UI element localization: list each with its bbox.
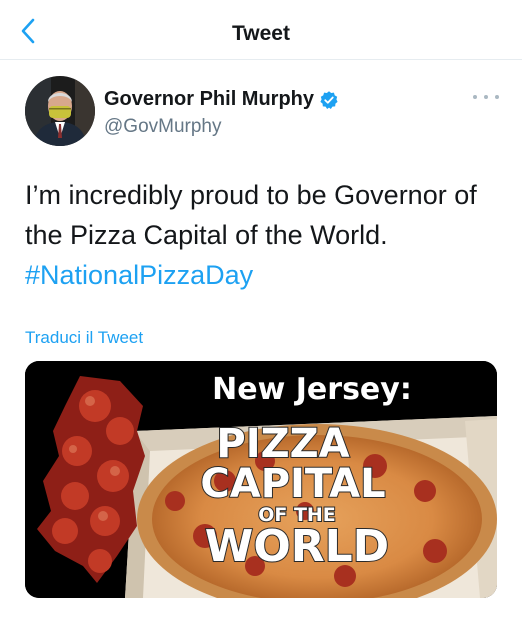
- author-handle[interactable]: @GovMurphy: [104, 116, 222, 138]
- hashtag-link[interactable]: #NationalPizzaDay: [25, 255, 505, 295]
- more-options-button[interactable]: [473, 90, 499, 104]
- more-horizontal-icon: [473, 95, 477, 99]
- tweet-text-line: the Pizza Capital of the World.: [25, 220, 388, 250]
- author-name[interactable]: Governor Phil Murphy: [104, 88, 314, 111]
- page-title: Tweet: [232, 22, 290, 45]
- author-row: Governor Phil Murphy: [104, 88, 339, 111]
- verified-badge-icon: [320, 90, 338, 109]
- translate-tweet-link[interactable]: Traduci il Tweet: [25, 328, 143, 348]
- nav-bar: Tweet: [0, 0, 522, 60]
- tweet-media-image[interactable]: New Jersey: PIZZA CAPITAL OF THE WORLD: [25, 361, 497, 598]
- media-heading: New Jersey:: [212, 372, 412, 407]
- media-line-2: CAPITAL: [200, 461, 385, 507]
- tweet-text: I’m incredibly proud to be Governor of t…: [25, 175, 505, 295]
- tweet-text-line: I’m incredibly proud to be Governor of: [25, 180, 477, 210]
- media-line-4: WORLD: [205, 521, 389, 572]
- avatar[interactable]: [25, 76, 95, 146]
